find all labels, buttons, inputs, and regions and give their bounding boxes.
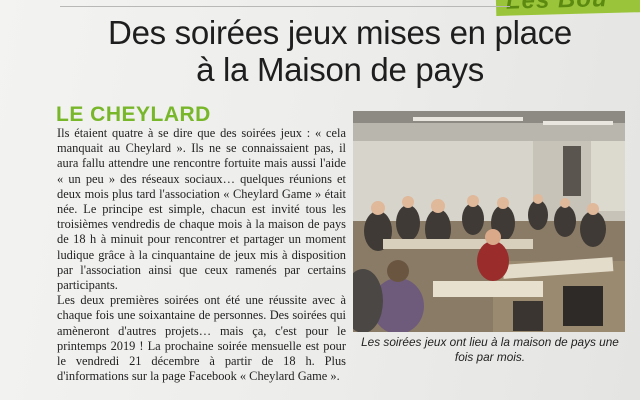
headline-line-2: à la Maison de pays xyxy=(196,51,484,88)
photo-illustration xyxy=(353,111,625,332)
article-headline: Des soirées jeux mises en place à la Mai… xyxy=(60,14,620,88)
body-paragraph-1: Ils étaient quatre à se dire que des soi… xyxy=(57,126,346,293)
newspaper-page: Les Bou Des soirées jeux mises en place … xyxy=(0,0,640,400)
top-rule xyxy=(60,6,510,7)
article-body: Ils étaient quatre à se dire que des soi… xyxy=(57,126,346,384)
article-kicker: LE CHEYLARD xyxy=(56,103,211,126)
photo-caption: Les soirées jeux ont lieu à la maison de… xyxy=(361,335,619,364)
body-paragraph-2: Les deux premières soirées ont été une r… xyxy=(57,293,346,384)
article-photo xyxy=(353,111,625,332)
headline-line-1: Des soirées jeux mises en place xyxy=(108,14,572,51)
